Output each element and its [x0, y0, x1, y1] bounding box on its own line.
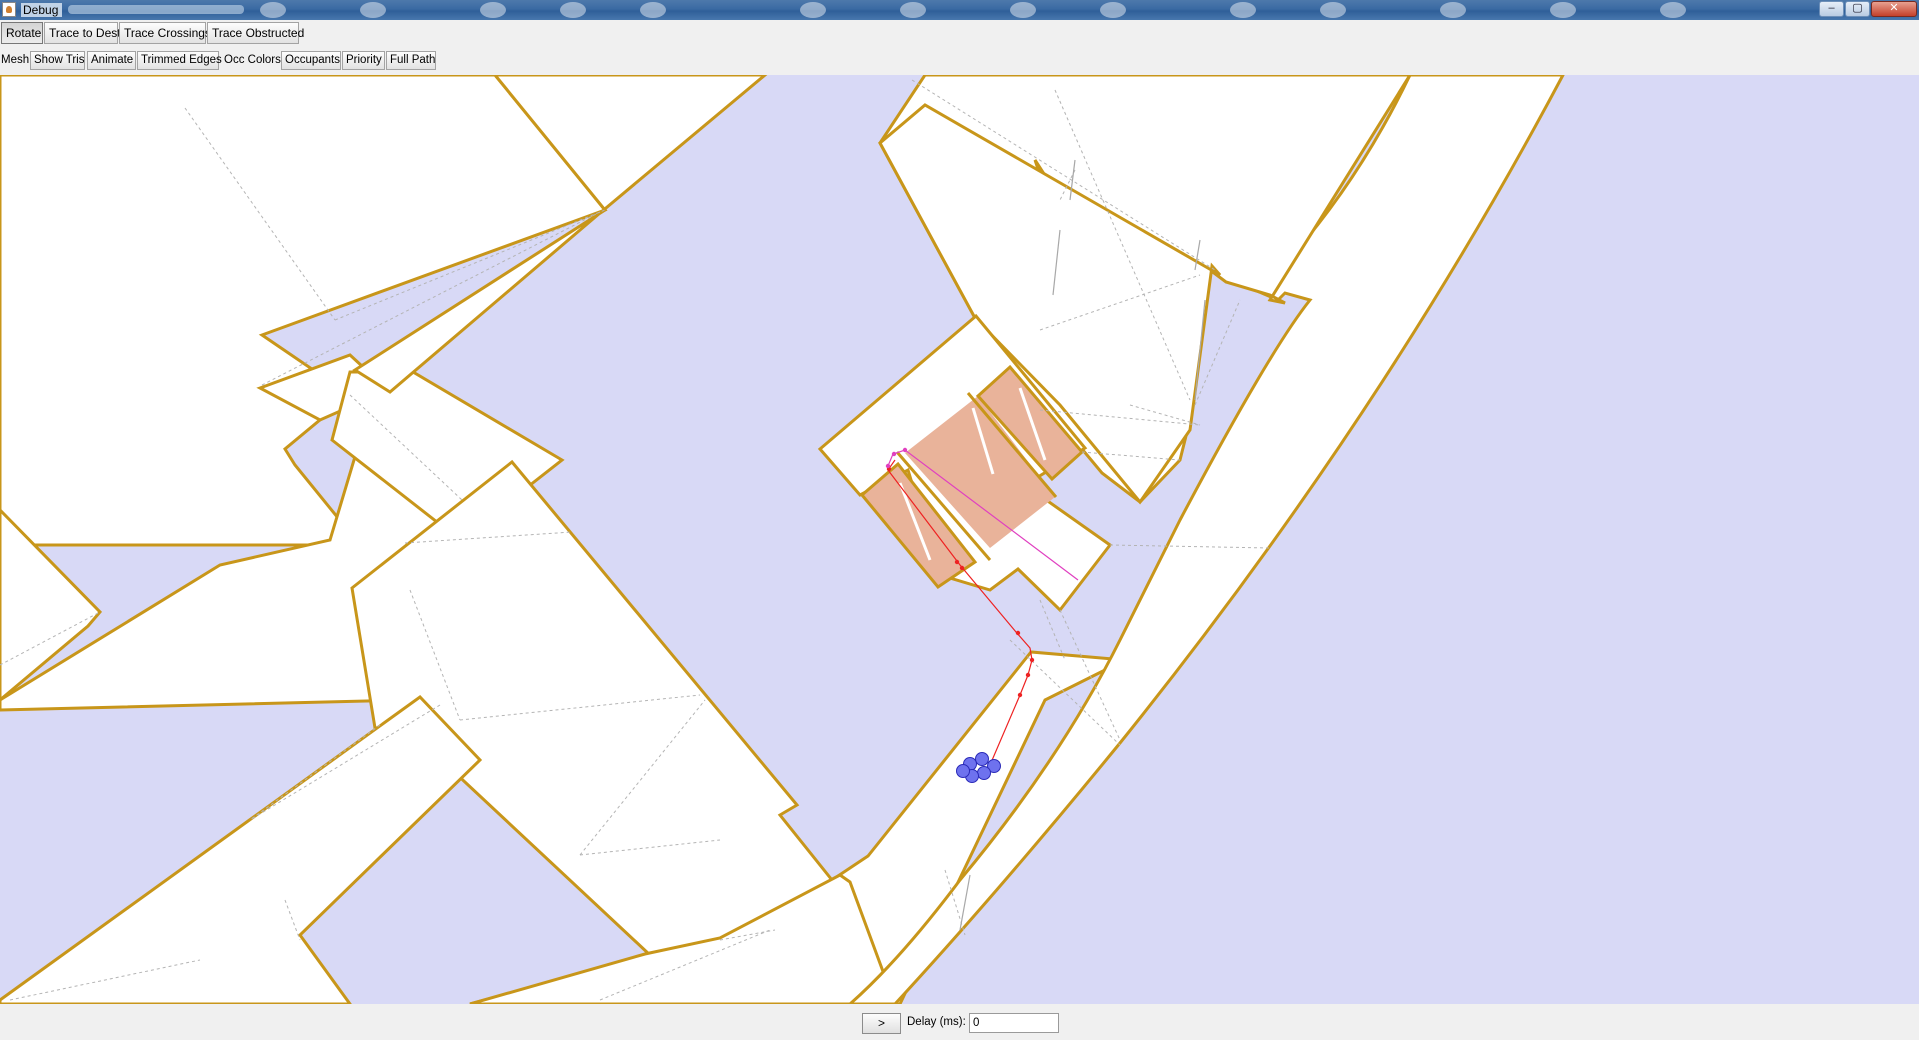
titlebar-decoration: [1320, 2, 1346, 18]
walkable-region: [0, 695, 483, 1004]
titlebar-decoration: [1550, 2, 1576, 18]
animate-button[interactable]: Animate: [87, 51, 136, 70]
titlebar-decoration: [800, 2, 826, 18]
titlebar-decoration: [1230, 2, 1256, 18]
title-bar: Debug – ▢ ✕: [0, 0, 1919, 20]
show-tris-button[interactable]: Show Tris: [30, 51, 85, 70]
trace-obstructed-button[interactable]: Trace Obstructed: [207, 22, 304, 44]
titlebar-decoration: [360, 2, 386, 18]
priority-button[interactable]: Priority: [342, 51, 385, 70]
titlebar-decoration: [480, 2, 506, 18]
window-title: Debug: [21, 3, 63, 17]
minimize-icon[interactable]: –: [1819, 1, 1844, 17]
rotate-button[interactable]: Rotate: [1, 22, 43, 44]
occupants-button[interactable]: Occupants: [281, 51, 341, 70]
mesh-label: Mesh:: [1, 54, 33, 66]
titlebar-decoration: [900, 2, 926, 18]
titlebar-decoration: [1010, 2, 1036, 18]
bottom-bar: > Delay (ms):: [0, 1004, 1919, 1040]
step-button[interactable]: >: [862, 1013, 901, 1034]
trace-to-dest-button[interactable]: Trace to Dest: [44, 22, 121, 44]
options-toolbar: Mesh: Show Tris Animate Trimmed Edges Oc…: [0, 49, 1919, 73]
full-path-button[interactable]: Full Path: [386, 51, 436, 70]
navmesh-canvas[interactable]: [0, 75, 1919, 1004]
maximize-icon[interactable]: ▢: [1845, 1, 1870, 17]
delay-input[interactable]: [969, 1013, 1059, 1033]
main-toolbar: Rotate Trace to Dest Trace Crossings Tra…: [0, 21, 1919, 47]
occ-colors-label: Occ Colors:: [224, 54, 285, 66]
titlebar-decoration: [1660, 2, 1686, 18]
titlebar-decoration: [260, 2, 286, 18]
titlebar-decoration: [640, 2, 666, 18]
app-icon: [2, 2, 16, 17]
titlebar-decoration: [560, 2, 586, 18]
navmesh-svg[interactable]: [0, 75, 1919, 1004]
close-icon[interactable]: ✕: [1871, 1, 1917, 17]
delay-label: Delay (ms):: [907, 1016, 966, 1028]
titlebar-decoration: [1440, 2, 1466, 18]
titlebar-decoration: [1100, 2, 1126, 18]
title-blur: [68, 5, 244, 14]
trace-crossings-button[interactable]: Trace Crossings: [119, 22, 211, 44]
trimmed-edges-button[interactable]: Trimmed Edges: [137, 51, 222, 70]
